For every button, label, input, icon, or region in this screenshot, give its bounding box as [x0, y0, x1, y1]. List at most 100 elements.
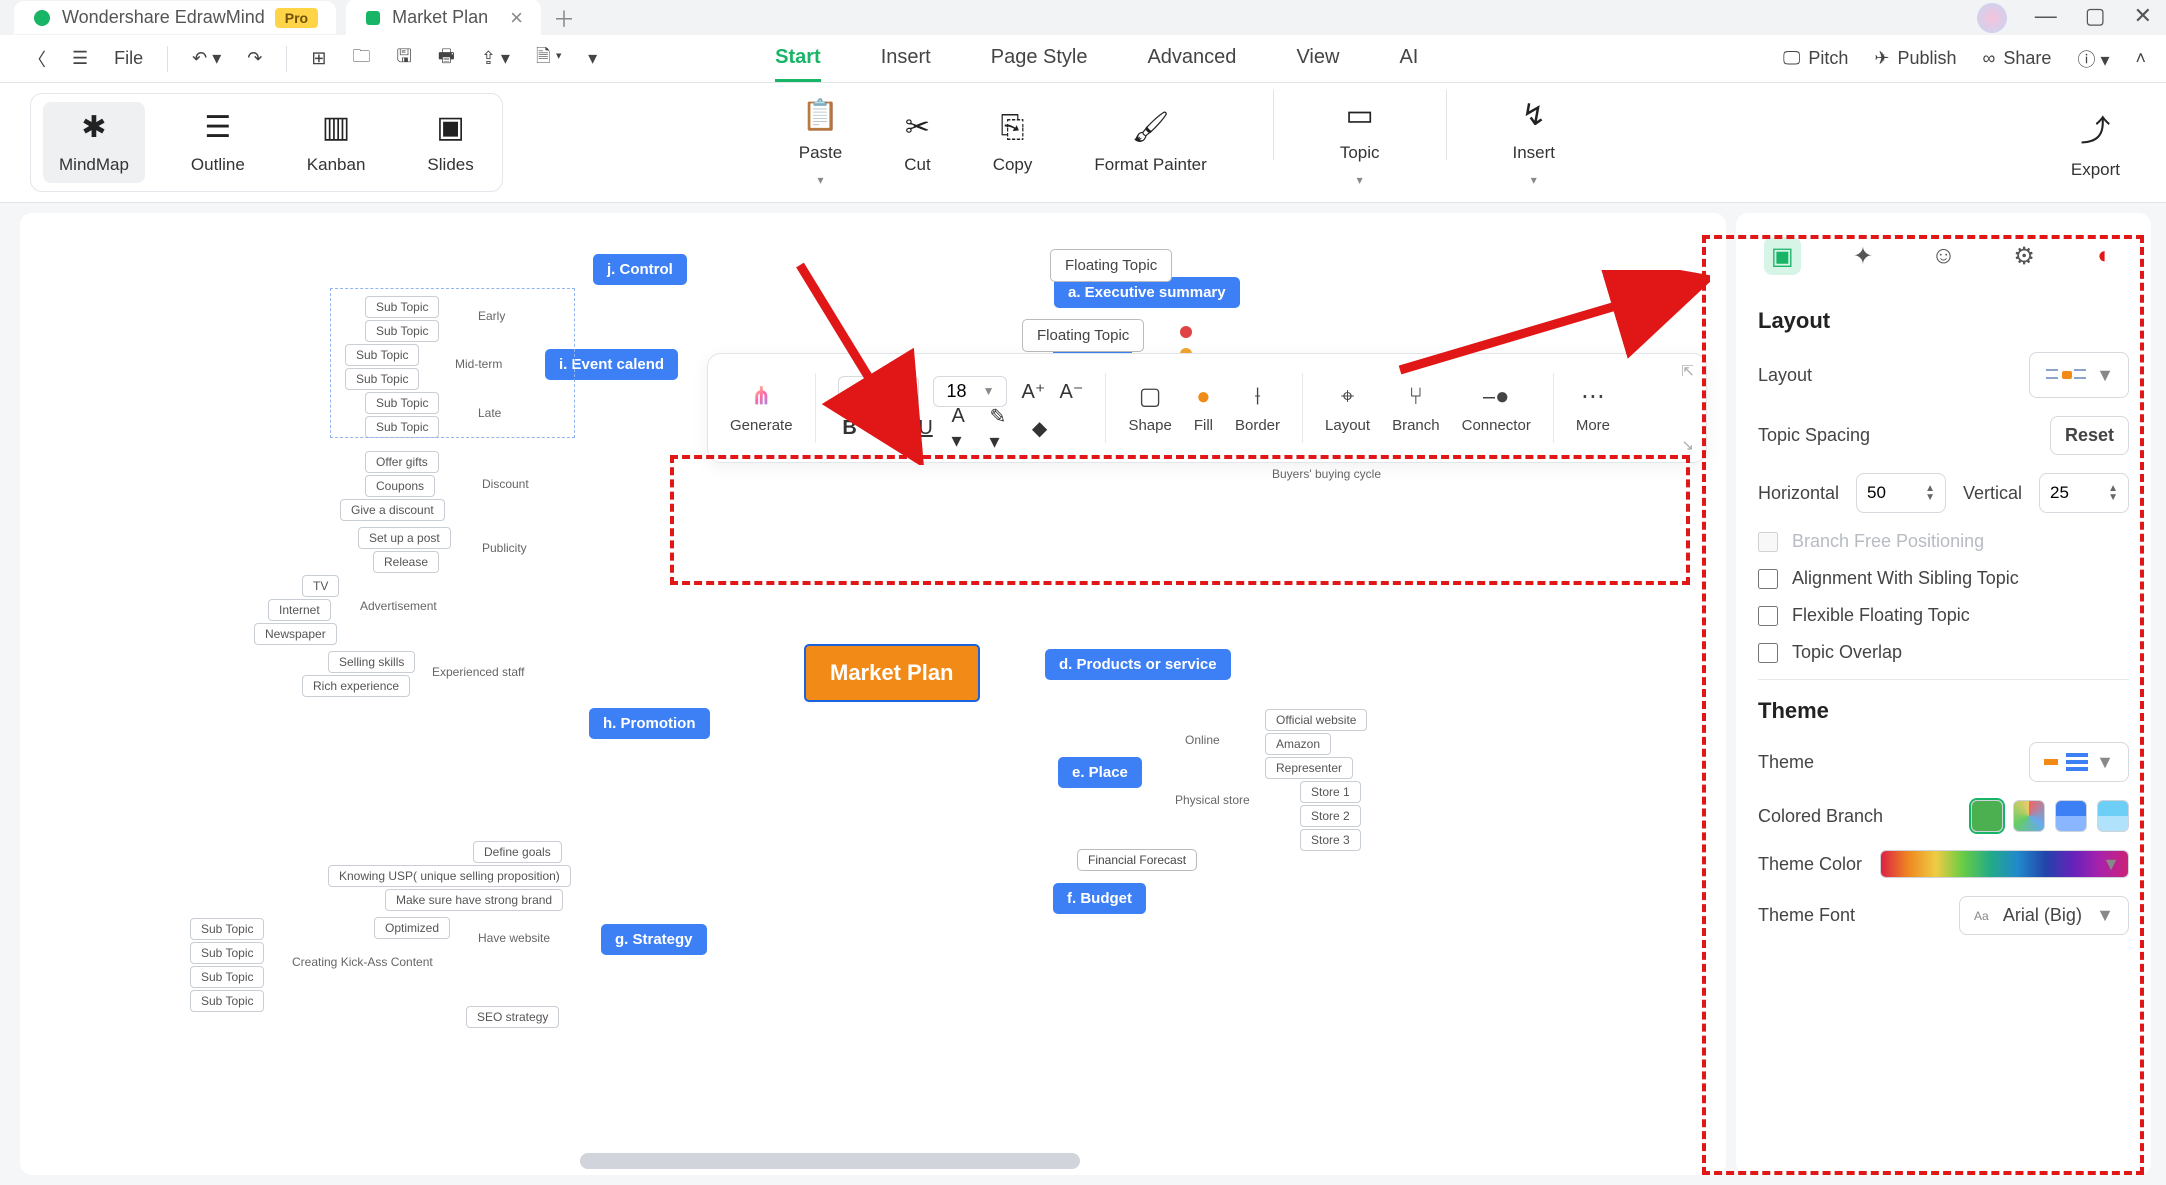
- fill-button[interactable]: ●Fill: [1194, 383, 1213, 434]
- branch-swatch-4[interactable]: [2097, 800, 2129, 832]
- view-mindmap[interactable]: ✱MindMap: [43, 102, 145, 183]
- font-size-select[interactable]: 18▼: [933, 376, 1007, 407]
- node-products[interactable]: d. Products or service: [1045, 649, 1231, 680]
- clear-format-icon[interactable]: ◆: [1028, 417, 1052, 441]
- hamburger-menu-icon[interactable]: ☰: [64, 44, 96, 73]
- topic-button[interactable]: ▭Topic▾: [1324, 90, 1396, 195]
- underline-icon[interactable]: U: [914, 417, 938, 441]
- add-tab-icon[interactable]: ＋: [553, 2, 575, 34]
- node-control[interactable]: j. Control: [593, 254, 687, 285]
- pin-icon[interactable]: ⇱: [1681, 362, 1694, 380]
- copy-button[interactable]: ⎘Copy: [977, 90, 1049, 195]
- connector-button[interactable]: ⎯●Connector: [1462, 383, 1531, 434]
- export-menu-icon[interactable]: ⇪ ▾: [473, 44, 518, 73]
- leaf[interactable]: Sub Topic: [190, 942, 264, 964]
- node-promo[interactable]: h. Promotion: [589, 708, 710, 739]
- more-button[interactable]: ⋯More: [1576, 382, 1610, 434]
- branch-swatch-2[interactable]: [2013, 800, 2045, 832]
- panel-tab-emoji[interactable]: ☺: [1925, 237, 1962, 275]
- collapse-ribbon-icon[interactable]: ˄: [2135, 48, 2146, 69]
- leaf[interactable]: Release: [373, 551, 439, 573]
- tab-page-style[interactable]: Page Style: [991, 36, 1088, 82]
- leaf[interactable]: Sub Topic: [190, 918, 264, 940]
- leaf[interactable]: Knowing USP( unique selling proposition): [328, 865, 571, 887]
- close-window-icon[interactable]: ✕: [2134, 3, 2152, 33]
- bold-icon[interactable]: B: [838, 417, 862, 441]
- cut-button[interactable]: ✂Cut: [888, 90, 946, 195]
- leaf[interactable]: Store 2: [1300, 805, 1361, 827]
- avatar-icon[interactable]: [1977, 3, 2007, 33]
- theme-font-select[interactable]: AaArial (Big)▼: [1959, 896, 2129, 935]
- branch-swatch-1[interactable]: [1971, 800, 2003, 832]
- theme-color-select[interactable]: ▼: [1880, 850, 2129, 878]
- leaf[interactable]: TV: [302, 575, 339, 597]
- shape-button[interactable]: ▢Shape: [1128, 382, 1171, 434]
- tab-view[interactable]: View: [1296, 36, 1339, 82]
- publish-button[interactable]: ✈ Publish: [1874, 48, 1956, 69]
- node-financial[interactable]: Financial Forecast: [1077, 849, 1197, 871]
- leaf[interactable]: Optimized: [374, 917, 450, 939]
- export-button[interactable]: ⤴Export: [2055, 98, 2136, 188]
- share-menu-icon[interactable]: 🗎 ▾: [528, 40, 570, 78]
- tab-advanced[interactable]: Advanced: [1147, 36, 1236, 82]
- leaf[interactable]: Give a discount: [340, 499, 445, 521]
- floating-topic-1[interactable]: Floating Topic: [1050, 249, 1172, 282]
- italic-icon[interactable]: I: [876, 417, 900, 441]
- leaf[interactable]: Store 1: [1300, 781, 1361, 803]
- help-icon[interactable]: ⓘ ▾: [2077, 46, 2109, 72]
- theme-select[interactable]: ▼: [2029, 742, 2129, 782]
- font-shrink-icon[interactable]: A⁻: [1059, 379, 1083, 403]
- leaf[interactable]: Official website: [1265, 709, 1367, 731]
- mindmap-canvas[interactable]: Market Plan j. Control i. Event calend h…: [20, 213, 1726, 1175]
- leaf[interactable]: Amazon: [1265, 733, 1331, 755]
- vertical-input[interactable]: ▲▼: [2039, 473, 2129, 513]
- paste-button[interactable]: 📋Paste▾: [783, 90, 858, 195]
- topic-overlap-checkbox[interactable]: Topic Overlap: [1758, 642, 2129, 663]
- view-slides[interactable]: ▣Slides: [411, 102, 489, 183]
- minimize-icon[interactable]: —: [2035, 3, 2057, 33]
- panel-tab-color[interactable]: ◐: [2086, 237, 2123, 275]
- leaf[interactable]: Offer gifts: [365, 451, 439, 473]
- layout-button[interactable]: ⌖Layout: [1325, 383, 1370, 434]
- undo-button[interactable]: ↶ ▾: [184, 44, 229, 73]
- horizontal-scrollbar[interactable]: [580, 1153, 1080, 1169]
- view-kanban[interactable]: ▥Kanban: [291, 102, 382, 183]
- file-menu[interactable]: File: [106, 44, 151, 73]
- leaf[interactable]: Define goals: [473, 841, 562, 863]
- node-place[interactable]: e. Place: [1058, 757, 1142, 788]
- back-button[interactable]: 〈: [20, 42, 54, 76]
- floating-topic-2[interactable]: Floating Topic: [1022, 319, 1144, 352]
- expand-icon[interactable]: ↘: [1681, 436, 1694, 454]
- panel-tab-settings[interactable]: ⚙: [2006, 237, 2043, 275]
- generate-button[interactable]: ⋔ Generate: [730, 382, 793, 434]
- maximize-icon[interactable]: ▢: [2085, 3, 2106, 33]
- leaf[interactable]: Make sure have strong brand: [385, 889, 563, 911]
- font-select[interactable]: Arial▼: [838, 376, 920, 407]
- node-budget[interactable]: f. Budget: [1053, 883, 1146, 914]
- leaf[interactable]: SEO strategy: [466, 1006, 559, 1028]
- panel-tab-layout[interactable]: ▣: [1764, 237, 1801, 275]
- leaf[interactable]: Representer: [1265, 757, 1353, 779]
- node-main[interactable]: Market Plan: [804, 644, 980, 702]
- horizontal-input[interactable]: ▲▼: [1856, 473, 1946, 513]
- panel-tab-style[interactable]: ✦: [1845, 237, 1882, 275]
- highlight-icon[interactable]: ✎ ▾: [990, 417, 1014, 441]
- leaf[interactable]: Sub Topic: [190, 966, 264, 988]
- share-button[interactable]: ∞ Share: [1983, 48, 2052, 69]
- font-color-icon[interactable]: A ▾: [952, 417, 976, 441]
- new-file-icon[interactable]: ⊞: [303, 44, 334, 73]
- doc-tab[interactable]: Market Plan ×: [346, 0, 541, 37]
- print-icon[interactable]: 🖶: [430, 40, 463, 78]
- tab-insert[interactable]: Insert: [881, 36, 931, 82]
- branch-swatch-3[interactable]: [2055, 800, 2087, 832]
- close-tab-icon[interactable]: ×: [510, 5, 523, 31]
- leaf[interactable]: Internet: [268, 599, 331, 621]
- font-grow-icon[interactable]: A⁺: [1021, 379, 1045, 403]
- reset-button[interactable]: Reset: [2050, 416, 2129, 455]
- leaf[interactable]: Sub Topic: [190, 990, 264, 1012]
- app-tab[interactable]: Wondershare EdrawMind Pro: [14, 1, 336, 34]
- insert-button[interactable]: ↯Insert▾: [1497, 90, 1572, 195]
- layout-select[interactable]: ▼: [2029, 352, 2129, 398]
- leaf[interactable]: Set up a post: [358, 527, 451, 549]
- leaf[interactable]: Store 3: [1300, 829, 1361, 851]
